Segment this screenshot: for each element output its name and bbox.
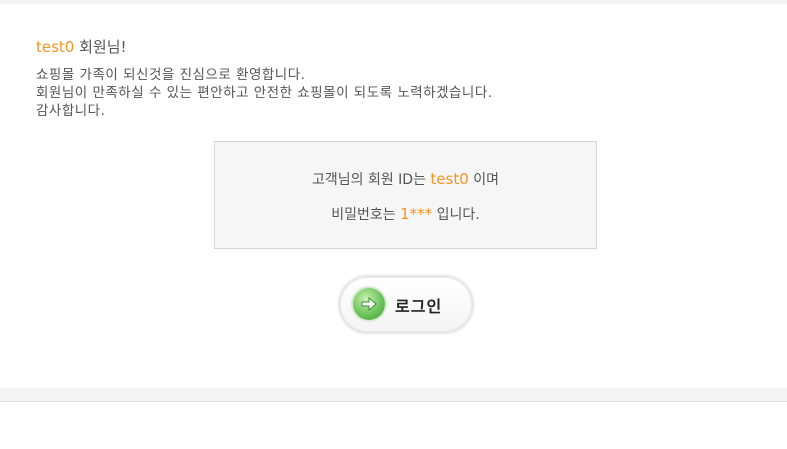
username-highlight: test0 (36, 38, 75, 56)
bottom-divider (0, 388, 787, 402)
pw-prefix: 비밀번호는 (331, 207, 401, 223)
message-line-1: 쇼핑몰 가족이 되신것을 진심으로 환영합니다. (36, 67, 306, 83)
member-id-line: 고객님의 회원 ID는 test0 이며 (215, 169, 596, 189)
greeting-suffix: 회원님! (74, 38, 127, 56)
welcome-message: 쇼핑몰 가족이 되신것을 진심으로 환영합니다. 회원님이 만족하실 수 있는 … (36, 66, 493, 120)
id-prefix: 고객님의 회원 ID는 (312, 172, 431, 188)
login-button[interactable]: 로그인 (340, 277, 472, 332)
message-line-2: 회원님이 만족하실 수 있는 편안하고 안전한 쇼핑몰이 되도록 노력하겠습니다… (36, 85, 493, 101)
account-info-box: 고객님의 회원 ID는 test0 이며 비밀번호는 1*** 입니다. (214, 141, 597, 249)
pw-suffix: 입니다. (432, 207, 480, 223)
welcome-greeting: test0 회원님! (36, 36, 127, 57)
id-suffix: 이며 (468, 172, 499, 188)
member-id-value: test0 (430, 170, 469, 188)
password-line: 비밀번호는 1*** 입니다. (215, 204, 596, 224)
login-button-label: 로그인 (395, 297, 443, 316)
password-masked-value: 1*** (400, 205, 433, 223)
arrow-right-circle-icon (353, 288, 385, 320)
top-divider (0, 0, 787, 4)
message-line-3: 감사합니다. (36, 103, 106, 119)
